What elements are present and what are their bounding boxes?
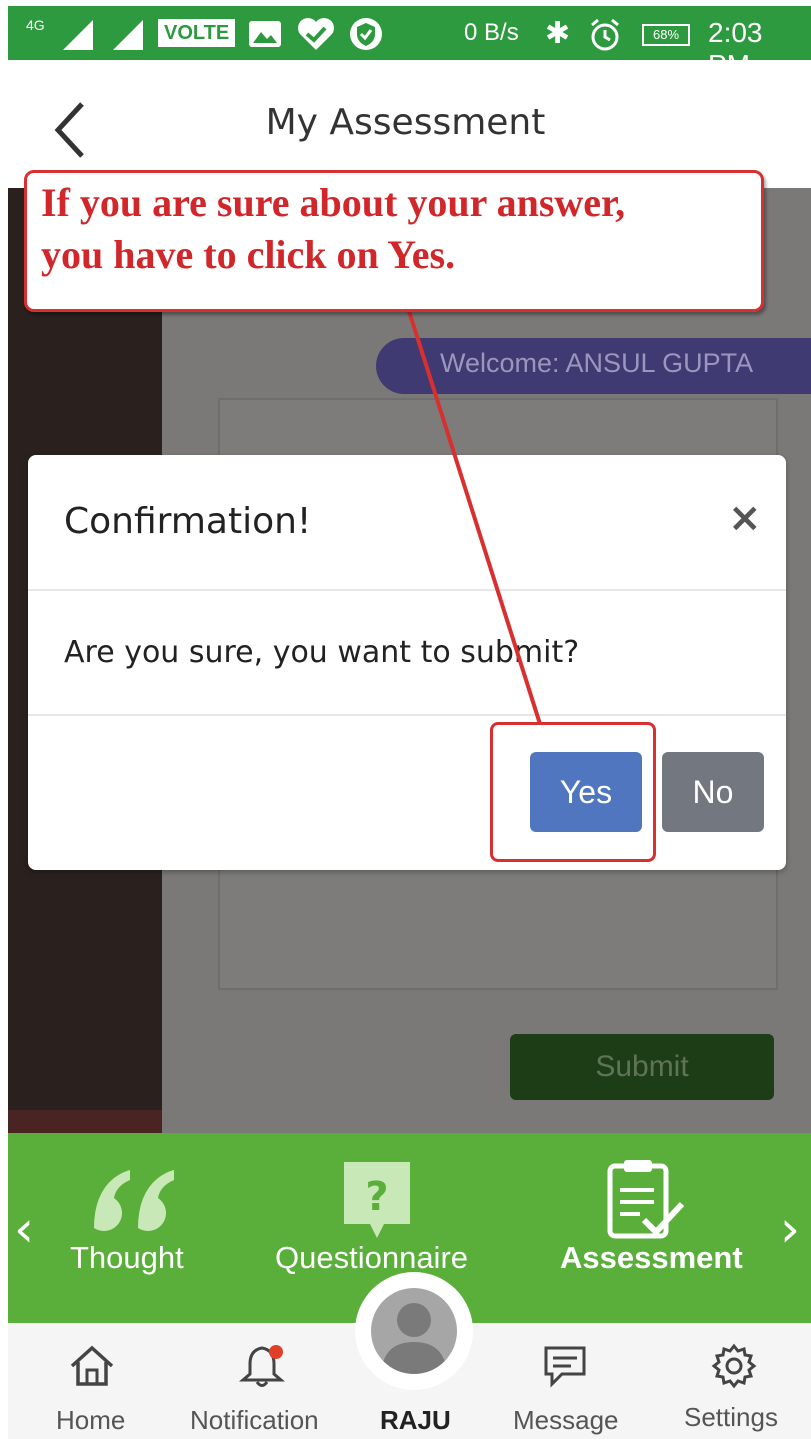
divider (28, 714, 786, 716)
nav-home-label[interactable]: Home (56, 1405, 125, 1436)
left-rail-footer (8, 1110, 162, 1133)
annotation-line-1: If you are sure about your answer, (41, 180, 626, 225)
close-icon[interactable]: × (728, 495, 762, 541)
data-speed: 0 B/s (464, 19, 519, 46)
chat-icon[interactable] (540, 1344, 590, 1390)
battery-icon: 68% (642, 24, 690, 46)
nav-notification-label[interactable]: Notification (190, 1405, 319, 1436)
heart-check-icon (298, 18, 334, 50)
nav-questionnaire-label[interactable]: Questionnaire (275, 1240, 468, 1276)
submit-button[interactable]: Submit (510, 1034, 774, 1100)
gear-icon[interactable] (710, 1342, 758, 1390)
dialog-message: Are you sure, you want to submit? (64, 635, 580, 670)
network-type: 4G (26, 17, 45, 33)
next-arrow-icon[interactable]: › (780, 1200, 800, 1258)
status-bar: 4G VOLTE 0 B/s ✱ 68% 2:03 PM (8, 6, 811, 80)
quote-icon[interactable] (88, 1158, 180, 1238)
dialog-title: Confirmation! (64, 501, 312, 542)
no-button[interactable]: No (662, 752, 764, 832)
divider (28, 589, 786, 591)
shield-check-icon (350, 18, 382, 50)
bell-icon[interactable] (238, 1342, 288, 1390)
question-icon[interactable]: ? (340, 1158, 414, 1242)
yes-highlight-box (490, 722, 656, 862)
nav-thought-label[interactable]: Thought (70, 1240, 184, 1276)
welcome-text: Welcome: ANSUL GUPTA (440, 348, 754, 378)
home-icon[interactable] (68, 1344, 116, 1388)
avatar[interactable] (371, 1288, 457, 1374)
signal-1-icon (63, 20, 93, 50)
person-icon (381, 1303, 447, 1374)
prev-arrow-icon[interactable]: ‹ (14, 1200, 34, 1258)
nav-assessment-label[interactable]: Assessment (560, 1240, 743, 1276)
bluetooth-icon: ✱ (545, 17, 571, 50)
image-icon (249, 21, 281, 47)
alarm-icon (591, 18, 619, 51)
nav-user-label[interactable]: RAJU (380, 1405, 451, 1436)
volte-badge: VOLTE (158, 19, 236, 47)
nav-message-label[interactable]: Message (513, 1405, 619, 1436)
annotation-callout: If you are sure about your answer, you h… (24, 170, 764, 312)
page-title: My Assessment (265, 102, 546, 143)
signal-2-icon (113, 20, 143, 50)
confirmation-dialog: Confirmation! × Are you sure, you want t… (28, 455, 786, 870)
annotation-line-2: you have to click on Yes. (41, 232, 456, 277)
clipboard-check-icon[interactable] (604, 1158, 688, 1242)
nav-settings-label[interactable]: Settings (684, 1402, 778, 1433)
svg-text:?: ? (365, 1174, 388, 1220)
